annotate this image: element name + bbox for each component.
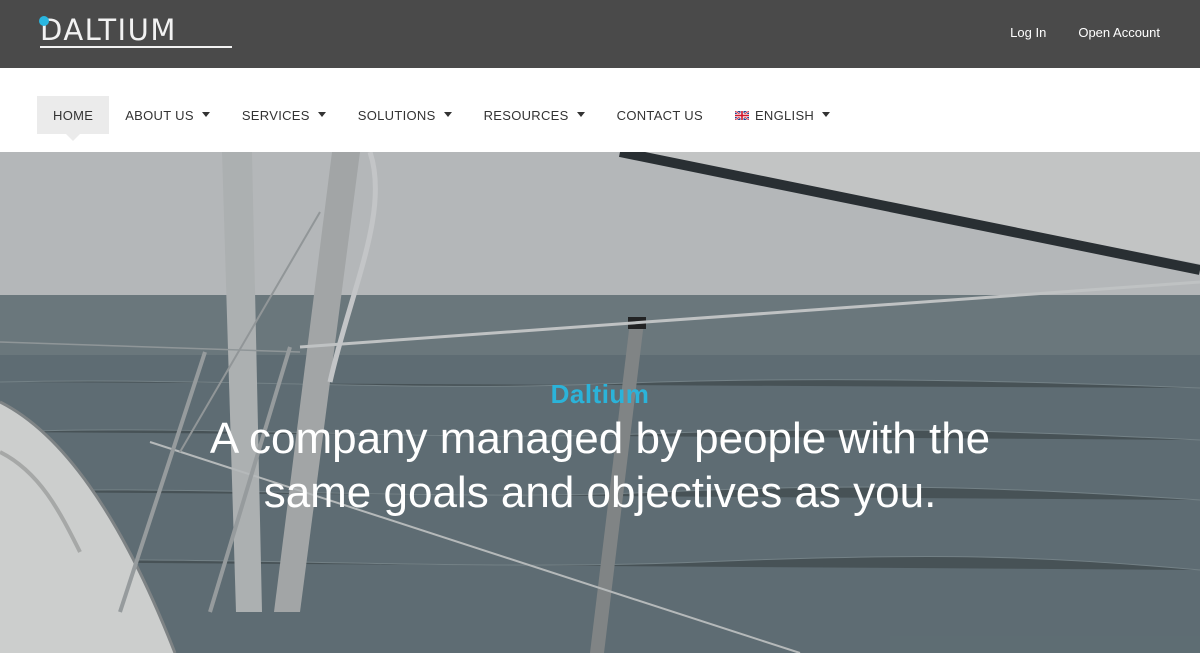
daltium-logo[interactable]: DALTIUM xyxy=(38,14,234,50)
logo-dot-icon xyxy=(39,16,49,26)
nav-about-label: ABOUT US xyxy=(125,107,194,123)
uk-flag-icon xyxy=(734,110,749,120)
caret-down-icon xyxy=(822,111,831,117)
caret-down-icon xyxy=(201,111,210,117)
nav-menu: HOME ABOUT US SERVICES SOLUTIONS RESOURC… xyxy=(37,96,846,141)
open-account-link[interactable]: Open Account xyxy=(1078,25,1160,40)
nav-solutions-label: SOLUTIONS xyxy=(357,107,436,123)
caret-down-icon xyxy=(317,111,326,117)
nav-contact-us[interactable]: CONTACT US xyxy=(601,96,719,134)
account-links: Log In Open Account xyxy=(1010,0,1160,64)
hero-headline: A company managed by people with the sam… xyxy=(209,414,991,517)
main-navigation: HOME ABOUT US SERVICES SOLUTIONS RESOURC… xyxy=(0,68,1200,152)
caret-down-icon xyxy=(443,111,452,117)
nav-resources-label: RESOURCES xyxy=(483,107,569,123)
nav-home-label: HOME xyxy=(53,107,94,123)
nav-language-selector[interactable]: ENGLISH xyxy=(719,96,846,134)
top-bar: DALTIUM Log In Open Account xyxy=(0,0,1200,68)
nav-services[interactable]: SERVICES xyxy=(226,96,342,134)
nav-home[interactable]: HOME xyxy=(37,96,110,141)
logo-text: DALTIUM xyxy=(40,13,177,47)
hero-banner: Daltium A company managed by people with… xyxy=(0,152,1200,653)
nav-about-us[interactable]: ABOUT US xyxy=(109,96,226,134)
nav-contact-label: CONTACT US xyxy=(616,107,703,123)
caret-down-icon xyxy=(576,111,585,117)
nav-resources[interactable]: RESOURCES xyxy=(468,96,601,134)
nav-language-label: ENGLISH xyxy=(754,107,815,123)
nav-services-label: SERVICES xyxy=(241,107,310,123)
nav-solutions[interactable]: SOLUTIONS xyxy=(342,96,468,134)
login-link[interactable]: Log In xyxy=(1010,25,1046,40)
hero-brand-label: Daltium xyxy=(550,379,650,409)
hero-text-block: Daltium A company managed by people with… xyxy=(0,378,1200,520)
logo-underline xyxy=(40,46,232,48)
